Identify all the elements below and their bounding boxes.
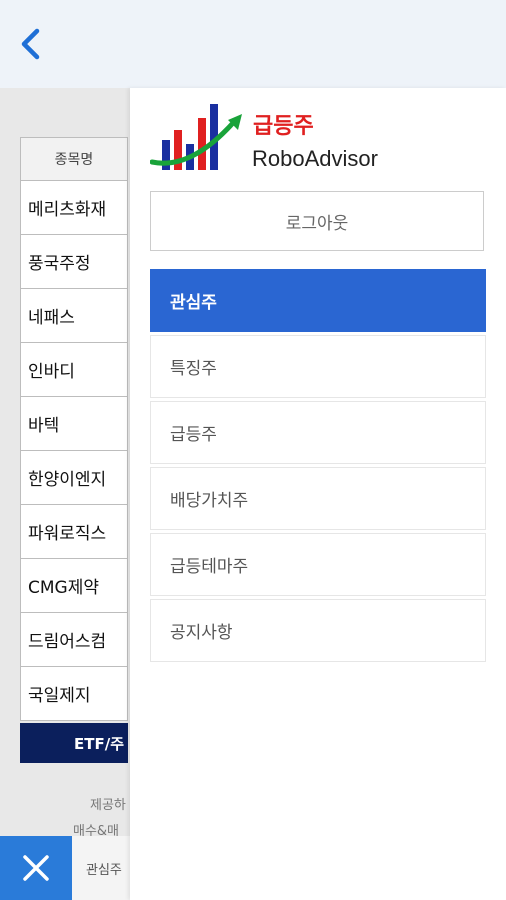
menu-item-notices[interactable]: 공지사항 [150,599,486,662]
logo-title: 급등주 [253,114,314,139]
logo-subtitle: RoboAdvisor [252,146,378,171]
logout-button[interactable]: 로그아웃 [150,191,484,251]
table-row: 드림어스컴 [20,613,128,667]
table-row: 풍국주정 [20,235,128,289]
top-app-bar [0,0,506,88]
table-row: 국일제지 [20,667,128,721]
table-row: 파워로직스 [20,505,128,559]
menu-item-featured-stocks[interactable]: 특징주 [150,335,486,398]
menu-item-watchlist[interactable]: 관심주 [150,269,486,332]
table-row: 한양이엔지 [20,451,128,505]
table-row: 메리츠화재 [20,181,128,235]
table-row: 네패스 [20,289,128,343]
stock-table: 종목명 메리츠화재 풍국주정 네패스 인바디 바텍 한양이엔지 파워로직스 CM… [20,137,128,721]
close-icon [23,855,49,881]
menu-item-dividend-value[interactable]: 배당가치주 [150,467,486,530]
menu-item-surging-stocks[interactable]: 급등주 [150,401,486,464]
table-row: 바텍 [20,397,128,451]
table-row: 인바디 [20,343,128,397]
menu-item-surging-themes[interactable]: 급등테마주 [150,533,486,596]
bottom-tab-watchlist: 관심주 [72,836,130,900]
etf-tab: ETF/주 [20,723,128,763]
table-row: CMG제약 [20,559,128,613]
footnote-text: 제공하 [90,798,126,813]
table-header: 종목명 [20,137,128,181]
chevron-left-icon[interactable] [14,26,50,62]
close-drawer-button[interactable] [0,836,72,900]
logo-chart-icon [150,104,242,170]
